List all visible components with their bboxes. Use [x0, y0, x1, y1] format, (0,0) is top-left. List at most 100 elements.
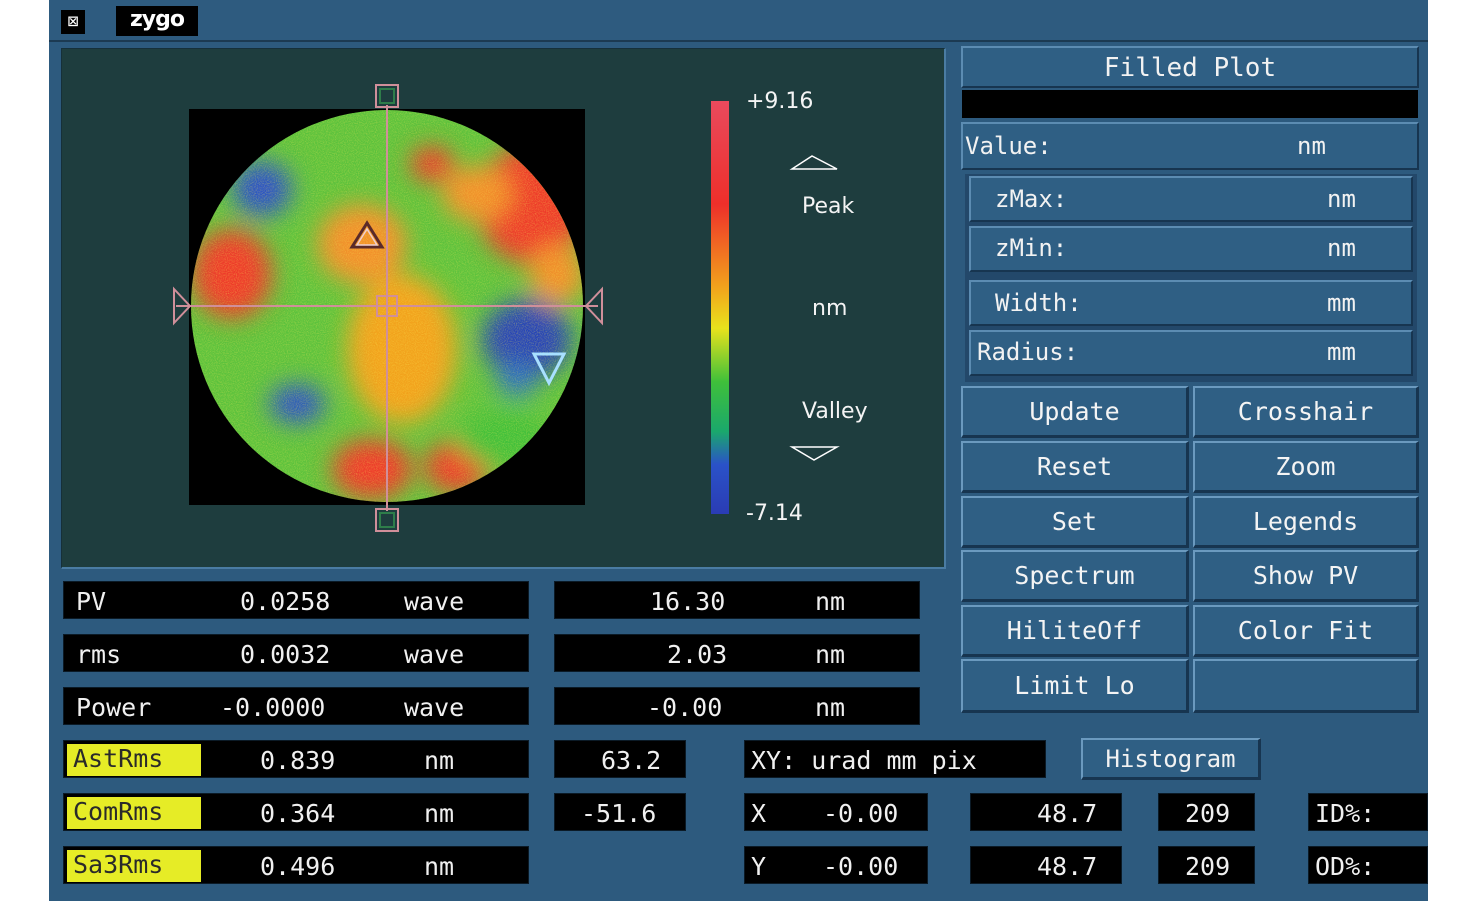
application-window: ⊠ zygo +9.16 Peak nm Valley -7.14 Filled…	[49, 0, 1428, 901]
sa3rms-name: Sa3Rms	[67, 850, 201, 882]
power-value: -0.0000	[220, 693, 326, 722]
xy-units-label: XY: urad mm pix	[751, 746, 977, 775]
x-pix-value: 209	[1185, 799, 1231, 828]
rms-nm-field: 2.03 nm	[554, 634, 920, 672]
id-percent-field: ID%:	[1308, 793, 1428, 831]
comrms-name: ComRms	[67, 797, 201, 829]
rms-result-field: rms 0.0032 wave	[63, 634, 529, 672]
valley-label: Valley	[802, 399, 868, 424]
zmax-label: zMax:	[995, 185, 1068, 213]
radius-unit: mm	[1327, 338, 1356, 366]
y-label: Y	[751, 852, 767, 881]
rms-unit: wave	[404, 640, 465, 669]
y-pix-value: 209	[1185, 852, 1231, 881]
xy-units-field: XY: urad mm pix	[744, 740, 1046, 778]
peak-arrow-icon	[789, 155, 838, 170]
power-name: Power	[76, 693, 152, 722]
rms-name: rms	[76, 640, 122, 669]
set-button[interactable]: Set	[961, 496, 1189, 548]
od-percent-field: OD%:	[1308, 846, 1428, 884]
y-mm-field: 48.7	[970, 846, 1122, 884]
crosshair-button[interactable]: Crosshair	[1193, 386, 1419, 438]
zmax-unit: nm	[1327, 185, 1356, 213]
astrms-angle: 63.2	[601, 746, 662, 775]
astrms-value: 0.839	[260, 746, 336, 775]
y-urad-field: Y -0.00	[744, 846, 928, 884]
y-mm-value: 48.7	[1037, 852, 1098, 881]
od-percent-label: OD%:	[1315, 852, 1376, 881]
power-nm-unit: nm	[815, 693, 846, 722]
scale-min-label: -7.14	[746, 501, 803, 526]
update-button[interactable]: Update	[961, 386, 1189, 438]
astrms-name: AstRms	[67, 744, 201, 776]
empty-button[interactable]	[1193, 659, 1419, 713]
pv-unit: wave	[404, 587, 465, 616]
width-unit: mm	[1327, 289, 1356, 317]
x-urad-field: X -0.00	[744, 793, 928, 831]
pv-nm-value: 16.30	[650, 587, 726, 616]
plot-title-bar: Filled Plot	[961, 46, 1419, 88]
zmax-row: zMax: nm	[969, 176, 1413, 222]
y-pix-field: 209	[1158, 846, 1255, 884]
rms-nm-value: 2.03	[667, 640, 728, 669]
comrms-value: 0.364	[260, 799, 336, 828]
x-mm-field: 48.7	[970, 793, 1122, 831]
color-scale-bar	[711, 101, 729, 514]
color-fit-button[interactable]: Color Fit	[1193, 605, 1419, 657]
hilite-off-button[interactable]: HiliteOff	[961, 605, 1189, 657]
comrms-field: ComRms 0.364 nm	[63, 793, 529, 831]
limit-lo-button[interactable]: Limit Lo	[961, 659, 1189, 713]
histogram-button[interactable]: Histogram	[1081, 738, 1261, 780]
width-label: Width:	[995, 289, 1082, 317]
spectrum-button[interactable]: Spectrum	[961, 550, 1189, 602]
zygo-logo: zygo	[116, 6, 198, 36]
cursor-control-panel: Filled Plot Value: nm zMax: nm zMin: nm …	[959, 44, 1419, 716]
astrms-angle-field: 63.2	[554, 740, 686, 778]
sa3rms-field: Sa3Rms 0.496 nm	[63, 846, 529, 884]
plot-status-field	[962, 90, 1418, 118]
valley-arrow-icon	[789, 446, 840, 461]
pv-nm-unit: nm	[815, 587, 846, 616]
astrms-field: AstRms 0.839 nm	[63, 740, 529, 778]
cursor-info-group: zMax: nm zMin: nm Width: mm Radius: mm	[965, 174, 1417, 382]
zoom-button[interactable]: Zoom	[1193, 441, 1419, 493]
radius-label: Radius:	[977, 338, 1079, 366]
pv-nm-field: 16.30 nm	[554, 581, 920, 619]
value-unit: nm	[1297, 132, 1326, 160]
unit-label: nm	[812, 296, 848, 321]
comrms-angle-field: -51.6	[554, 793, 686, 831]
reset-button[interactable]: Reset	[961, 441, 1189, 493]
x-label: X	[751, 799, 767, 828]
x-mm-value: 48.7	[1037, 799, 1098, 828]
comrms-unit: nm	[424, 799, 455, 828]
sa3rms-unit: nm	[424, 852, 455, 881]
handle-inner-bottom	[379, 512, 395, 528]
radius-row: Radius: mm	[969, 330, 1413, 376]
scale-max-label: +9.16	[746, 89, 814, 114]
astrms-unit: nm	[424, 746, 455, 775]
plot-title: Filled Plot	[1103, 53, 1277, 83]
pv-value: 0.0258	[240, 587, 331, 616]
power-unit: wave	[404, 693, 465, 722]
legends-button[interactable]: Legends	[1193, 496, 1419, 548]
filled-plot-panel: +9.16 Peak nm Valley -7.14	[61, 48, 946, 569]
y-urad-value: -0.00	[823, 852, 899, 881]
power-result-field: Power -0.0000 wave	[63, 687, 529, 725]
sa3rms-value: 0.496	[260, 852, 336, 881]
width-row: Width: mm	[969, 280, 1413, 326]
x-urad-value: -0.00	[823, 799, 899, 828]
zmin-row: zMin: nm	[969, 226, 1413, 272]
show-pv-button[interactable]: Show PV	[1193, 550, 1419, 602]
zmin-unit: nm	[1327, 234, 1356, 262]
zmin-label: zMin:	[995, 234, 1068, 262]
rms-nm-unit: nm	[815, 640, 846, 669]
power-nm-field: -0.00 nm	[554, 687, 920, 725]
rms-value: 0.0032	[240, 640, 331, 669]
x-pix-field: 209	[1158, 793, 1255, 831]
handle-inner-top	[379, 88, 395, 104]
peak-label: Peak	[802, 194, 855, 219]
window-menu-icon[interactable]: ⊠	[61, 10, 85, 34]
id-percent-label: ID%:	[1315, 799, 1376, 828]
power-nm-value: -0.00	[647, 693, 723, 722]
pv-name: PV	[76, 587, 107, 616]
